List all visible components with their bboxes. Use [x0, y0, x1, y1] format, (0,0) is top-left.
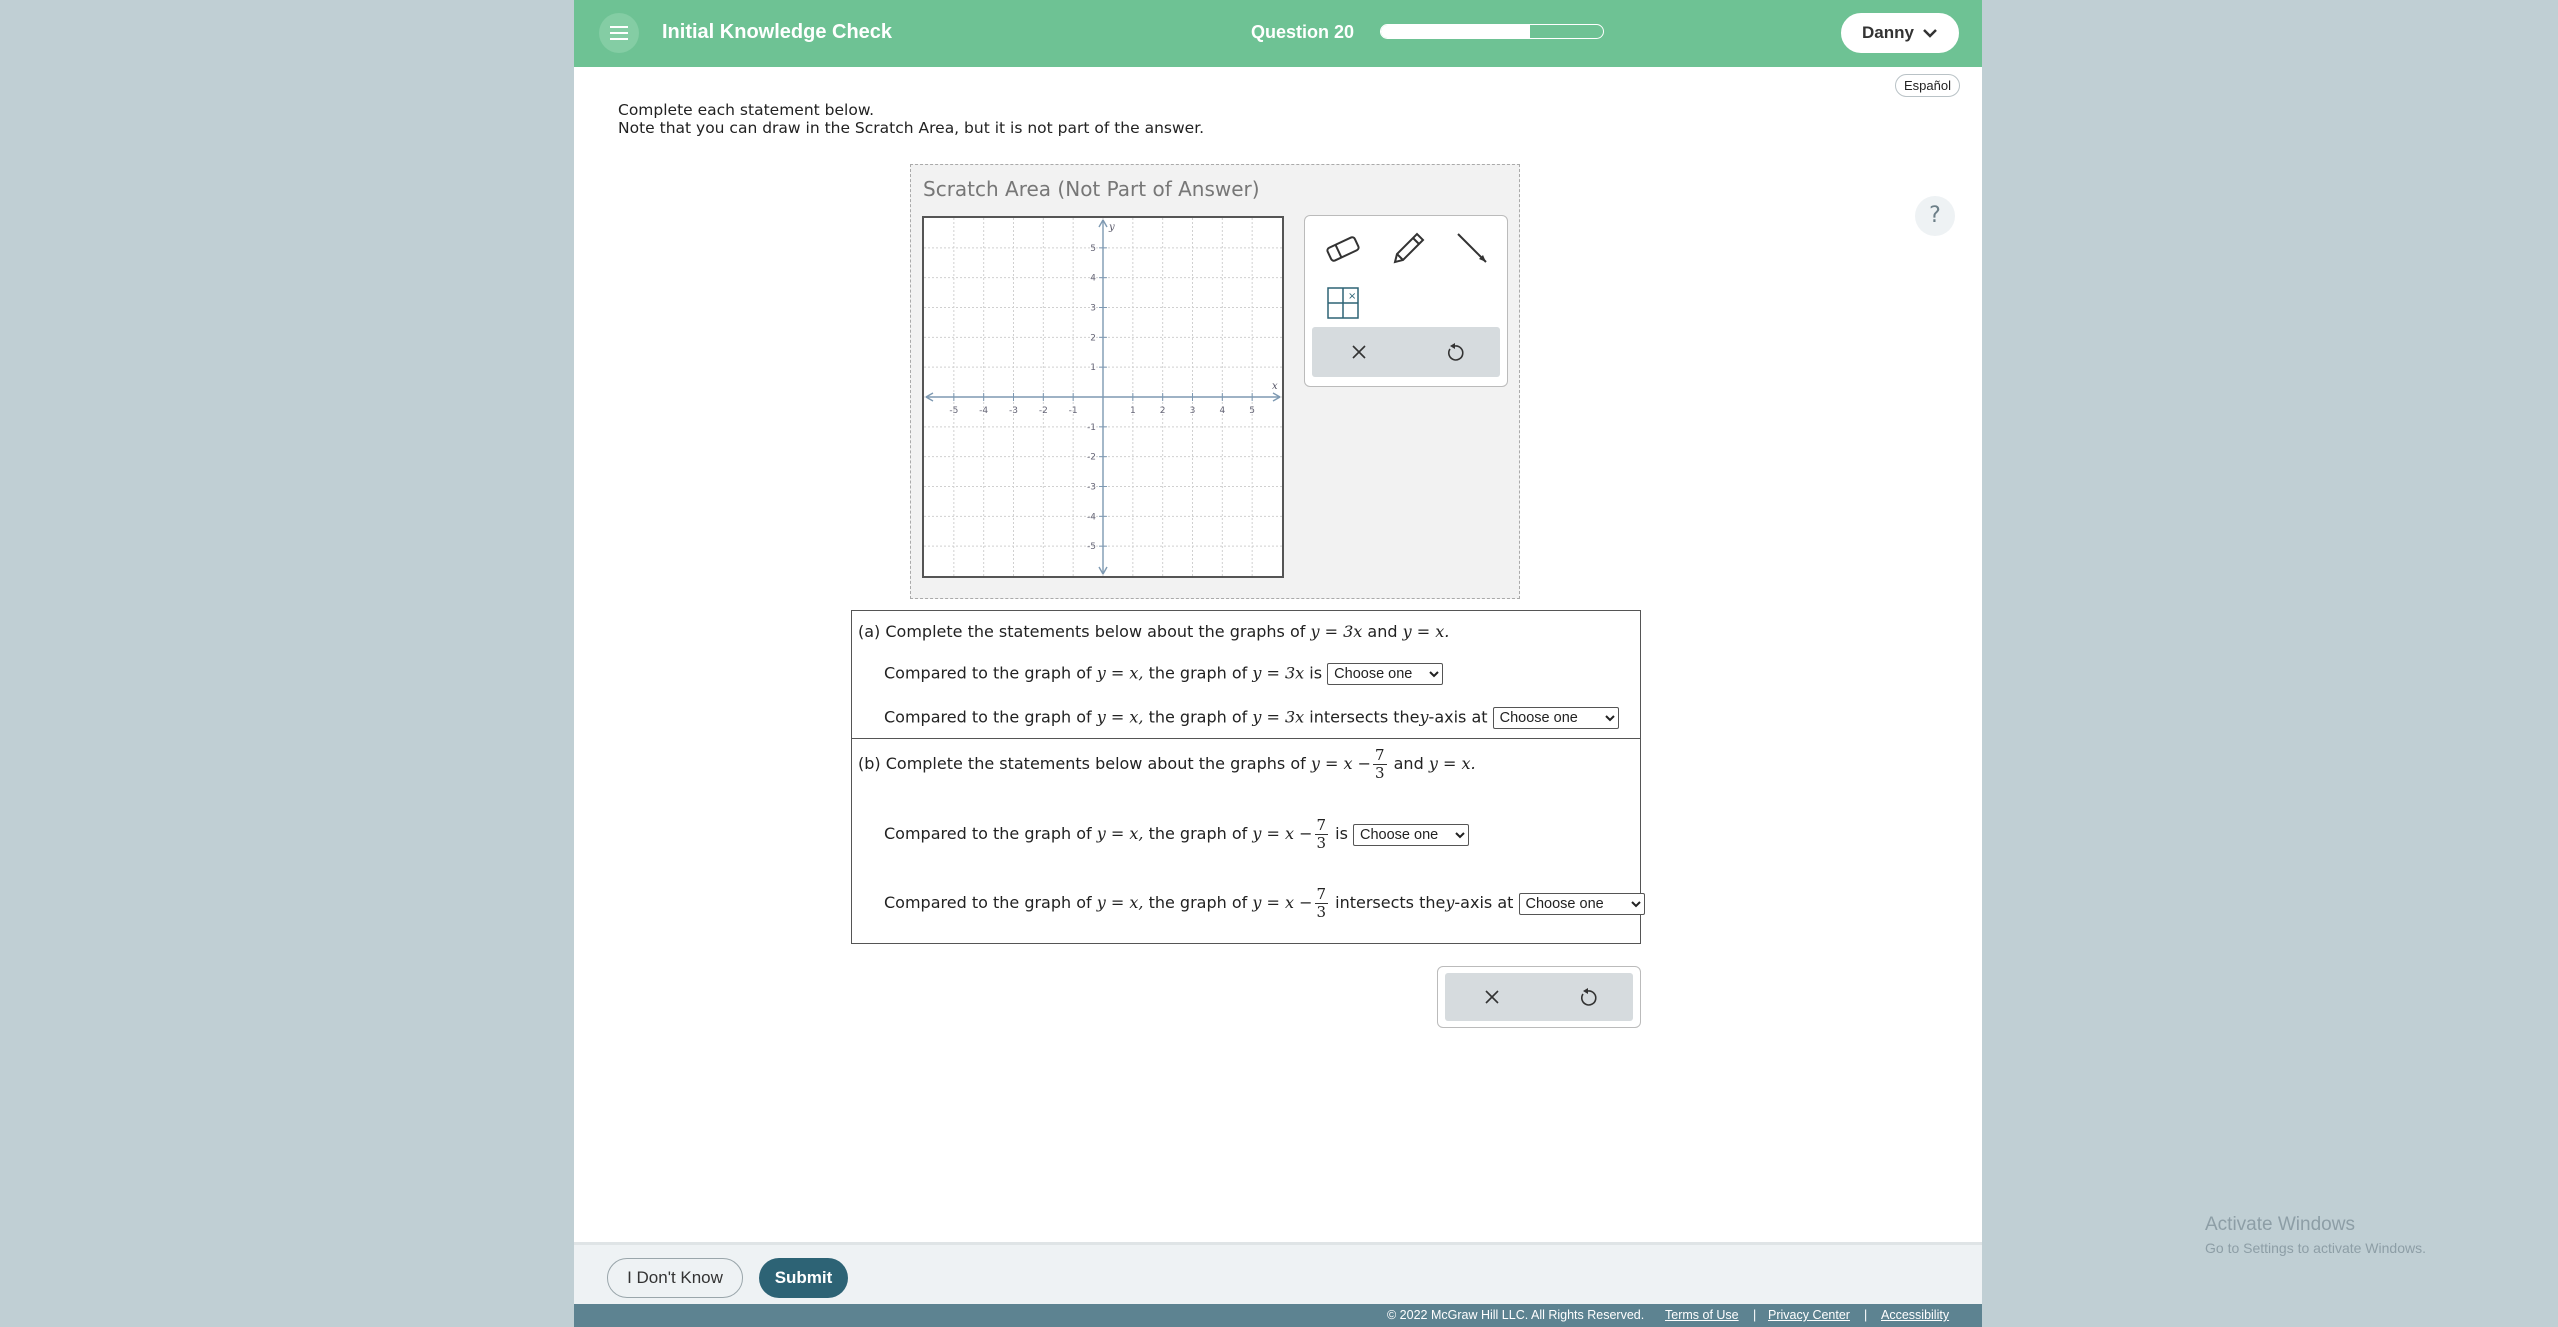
- part-b: (b) Complete the statements below about …: [852, 739, 1645, 943]
- dont-know-button[interactable]: I Don't Know: [607, 1258, 743, 1298]
- clear-icon[interactable]: [1342, 335, 1376, 369]
- eraser-icon[interactable]: [1320, 226, 1366, 272]
- progress-fill: [1381, 25, 1530, 38]
- y-tick-label: 4: [1090, 274, 1096, 284]
- question-number: Question 20: [1251, 22, 1355, 42]
- help-button[interactable]: ?: [1915, 196, 1955, 236]
- part-a-intro: (a) Complete the statements below about …: [858, 622, 1450, 641]
- answer-toolbox: [1437, 966, 1641, 1028]
- x-tick-label: 2: [1160, 406, 1166, 416]
- fraction: 73: [1372, 746, 1387, 782]
- x-tick-label: 3: [1190, 406, 1196, 416]
- part-a-dropdown-2[interactable]: Choose one: [1492, 707, 1619, 729]
- y-tick-label: -2: [1087, 453, 1096, 463]
- y-tick-label: 2: [1090, 333, 1096, 343]
- x-tick-label: 1: [1130, 406, 1136, 416]
- svg-text:×: ×: [1348, 291, 1356, 302]
- part-b-statement-1: Compared to the graph of y = x, the grap…: [884, 816, 1470, 852]
- app-title: Initial Knowledge Check: [662, 21, 893, 43]
- accessibility-link[interactable]: Accessibility: [1881, 1308, 1949, 1322]
- answer-action-bar: [1445, 973, 1633, 1021]
- instruction-line-1: Complete each statement below.: [618, 101, 875, 119]
- pencil-icon[interactable]: [1385, 226, 1431, 272]
- terms-link[interactable]: Terms of Use: [1665, 1308, 1739, 1322]
- fraction: 73: [1314, 885, 1329, 921]
- y-tick-label: 1: [1090, 363, 1096, 373]
- clear-icon[interactable]: [1475, 980, 1509, 1014]
- instructions: Complete each statement below. Note that…: [618, 101, 1204, 137]
- undo-icon[interactable]: [1571, 980, 1605, 1014]
- drawing-toolbox: ×: [1304, 215, 1508, 387]
- x-tick-label: -3: [1009, 406, 1018, 416]
- part-b-statement-2: Compared to the graph of y = x, the grap…: [884, 886, 1645, 921]
- coordinate-grid[interactable]: -5 -4 -3 -2 -1 1 2 3 4 5 5 4 3 2 1 -1 -2 -3 -4 -5 x y: [924, 218, 1282, 576]
- y-tick-label: -3: [1087, 483, 1096, 493]
- y-tick-label: 3: [1090, 304, 1096, 314]
- legal-bar: © 2022 McGraw Hill LLC. All Rights Reser…: [574, 1304, 1982, 1327]
- scratch-area: Scratch Area (Not Part of Answer) -5 -4 -3…: [910, 164, 1520, 599]
- part-a: (a) Complete the statements below about …: [852, 611, 1640, 739]
- undo-icon[interactable]: [1438, 335, 1472, 369]
- windows-watermark: Activate Windows Go to Settings to activ…: [2205, 1214, 2426, 1256]
- user-name: Danny: [1862, 23, 1914, 42]
- line-icon[interactable]: [1450, 226, 1496, 272]
- part-a-statement-1: Compared to the graph of y = x, the grap…: [884, 663, 1444, 685]
- scratch-title: Scratch Area (Not Part of Answer): [923, 177, 1260, 201]
- x-tick-label: 4: [1219, 406, 1225, 416]
- app-container: Initial Knowledge Check Question 20 Dann…: [574, 0, 1982, 1327]
- footer-bar: I Don't Know Submit: [574, 1242, 1982, 1304]
- scratch-graph[interactable]: -5 -4 -3 -2 -1 1 2 3 4 5 5 4 3 2 1 -1 -2 -3 -4 -5 x y: [922, 216, 1284, 578]
- x-tick-label: -4: [979, 406, 988, 416]
- equation: y = x.: [1402, 622, 1450, 641]
- question-box: (a) Complete the statements below about …: [851, 610, 1645, 944]
- y-tick-label: -5: [1087, 542, 1096, 552]
- scratch-action-bar: [1312, 327, 1500, 377]
- equation: y = 3x: [1310, 622, 1363, 641]
- chevron-down-icon: [1923, 29, 1937, 38]
- grid-icon[interactable]: ×: [1320, 280, 1366, 326]
- part-a-statement-2: Compared to the graph of y = x, the grap…: [884, 707, 1619, 729]
- fraction: 73: [1314, 816, 1329, 852]
- copyright: © 2022 McGraw Hill LLC. All Rights Reser…: [1387, 1308, 1645, 1322]
- y-tick-label: 5: [1090, 244, 1096, 254]
- y-axis-label: y: [1108, 222, 1115, 233]
- language-button[interactable]: Español: [1895, 74, 1960, 97]
- x-tick-label: -5: [949, 406, 958, 416]
- menu-button[interactable]: [599, 13, 639, 53]
- x-tick-label: -2: [1039, 406, 1048, 416]
- submit-button[interactable]: Submit: [759, 1258, 848, 1298]
- part-b-intro: (b) Complete the statements below about …: [858, 746, 1476, 782]
- y-tick-label: -1: [1087, 423, 1096, 433]
- y-tick-label: -4: [1087, 512, 1096, 522]
- privacy-link[interactable]: Privacy Center: [1768, 1308, 1850, 1322]
- user-menu-button[interactable]: Danny: [1841, 13, 1959, 53]
- x-tick-label: -1: [1069, 406, 1078, 416]
- part-b-dropdown-2[interactable]: Choose one: [1518, 892, 1645, 915]
- x-axis-label: x: [1272, 381, 1278, 392]
- progress-bar: [1380, 24, 1604, 39]
- part-b-dropdown-1[interactable]: Choose one: [1353, 823, 1470, 846]
- menu-icon: [610, 26, 628, 28]
- part-a-dropdown-1[interactable]: Choose one: [1327, 663, 1444, 685]
- top-bar: Initial Knowledge Check Question 20 Dann…: [574, 0, 1982, 67]
- x-tick-label: 5: [1249, 406, 1255, 416]
- instruction-line-2: Note that you can draw in the Scratch Ar…: [618, 119, 1205, 137]
